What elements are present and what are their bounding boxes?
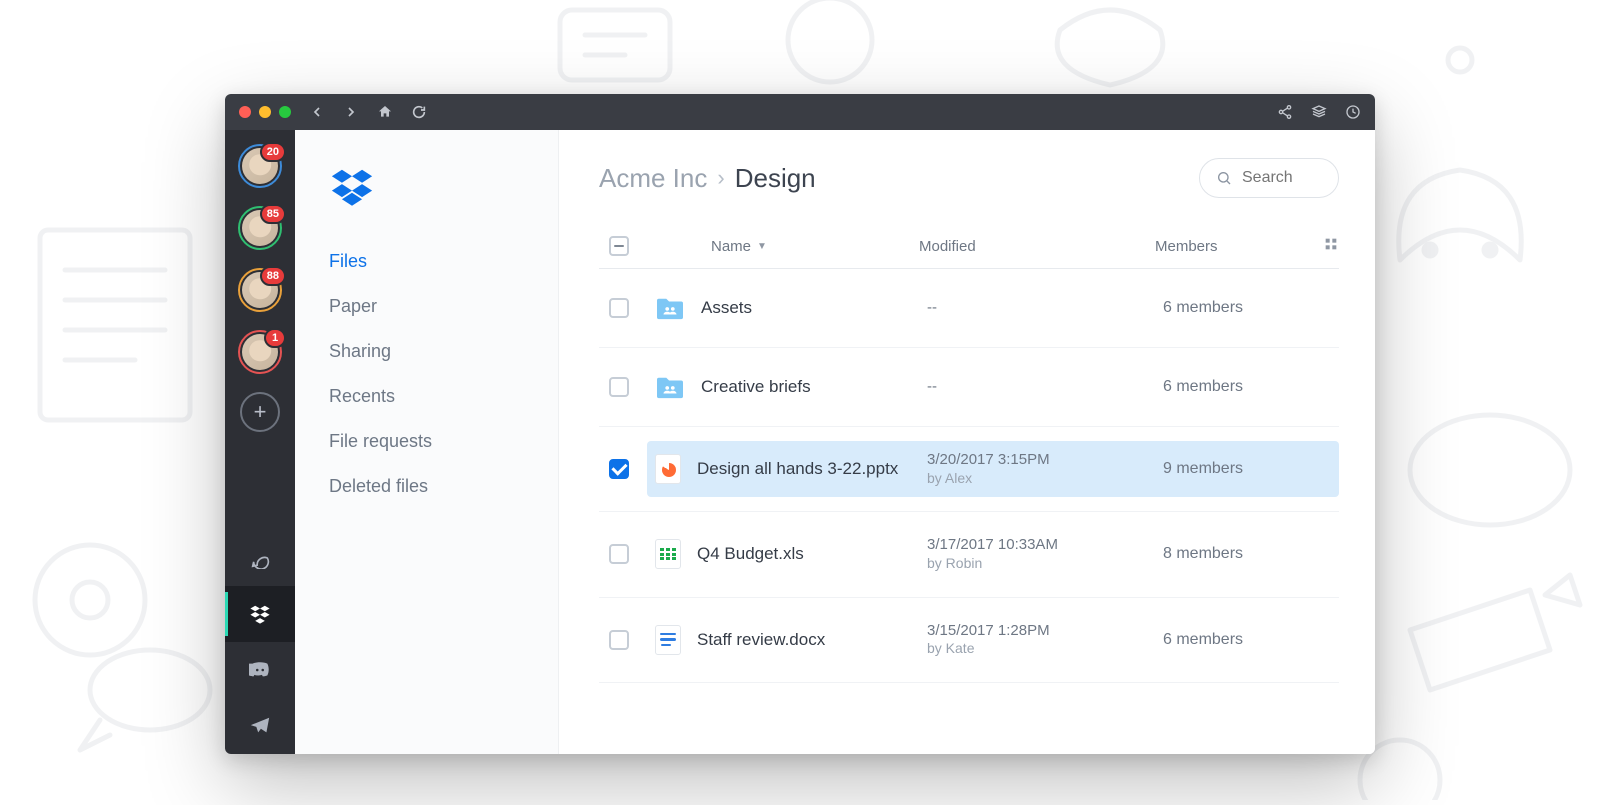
row-checkbox[interactable] [609,377,629,397]
workspace-avatar[interactable]: 88 [238,268,282,312]
view-grid-toggle[interactable] [1311,236,1339,256]
search-icon [1216,170,1232,186]
file-name: Creative briefs [701,377,911,397]
file-name: Staff review.docx [697,630,911,650]
sidebar: Files Paper Sharing Recents File request… [295,130,559,754]
search-input[interactable] [1242,169,1322,187]
notification-badge: 20 [260,142,286,162]
column-label: Name [711,238,751,255]
sidebar-item-paper[interactable]: Paper [295,284,558,329]
search-input-wrapper[interactable] [1199,158,1339,198]
row-checkbox[interactable] [609,630,629,650]
rail-app-whatsapp[interactable] [225,530,295,586]
zoom-window-button[interactable] [279,106,291,118]
file-modified: 3/20/2017 3:15PM by Alex [927,451,1147,487]
notification-badge: 88 [260,266,286,286]
breadcrumb: Acme Inc › Design [599,163,1179,194]
powerpoint-file-icon [655,454,681,484]
table-row[interactable]: Design all hands 3-22.pptx 3/20/2017 3:1… [599,427,1339,512]
excel-file-icon [655,539,681,569]
minimize-window-button[interactable] [259,106,271,118]
forward-button[interactable] [343,104,359,120]
file-members: 6 members [1163,378,1331,396]
back-button[interactable] [309,104,325,120]
column-header-modified[interactable]: Modified [919,238,1139,255]
file-name: Q4 Budget.xls [697,544,911,564]
file-members: 6 members [1163,631,1331,649]
share-icon[interactable] [1277,104,1293,120]
folder-shared-icon [655,293,685,323]
sidebar-item-file-requests[interactable]: File requests [295,419,558,464]
table-row[interactable]: Assets -- 6 members [599,269,1339,348]
notification-badge: 1 [264,328,286,348]
file-modified: -- [927,378,1147,397]
table-row[interactable]: Staff review.docx 3/15/2017 1:28PM by Ka… [599,598,1339,683]
folder-shared-icon [655,372,685,402]
app-window: 20 85 88 1 + [225,94,1375,754]
select-all-checkbox[interactable] [609,236,629,256]
file-name: Design all hands 3-22.pptx [697,459,911,479]
column-header-name[interactable]: Name ▼ [711,238,903,255]
file-modified: 3/15/2017 1:28PM by Kate [927,622,1147,658]
breadcrumb-current: Design [735,163,816,194]
history-icon[interactable] [1345,104,1361,120]
row-checkbox[interactable] [609,298,629,318]
notification-badge: 85 [260,204,286,224]
table-row[interactable]: Creative briefs -- 6 members [599,348,1339,427]
sidebar-item-deleted-files[interactable]: Deleted files [295,464,558,509]
dropbox-logo-icon [295,164,558,239]
nav-controls [309,104,427,120]
stack-icon[interactable] [1311,104,1327,120]
titlebar [225,94,1375,130]
chevron-right-icon: › [717,165,724,191]
sidebar-item-recents[interactable]: Recents [295,374,558,419]
home-button[interactable] [377,104,393,120]
row-checkbox[interactable] [609,544,629,564]
file-modified: 3/17/2017 10:33AM by Robin [927,536,1147,572]
workspace-avatar[interactable]: 20 [238,144,282,188]
sidebar-item-sharing[interactable]: Sharing [295,329,558,374]
table-row[interactable]: Q4 Budget.xls 3/17/2017 10:33AM by Robin… [599,512,1339,597]
file-members: 8 members [1163,545,1331,563]
rail-app-telegram[interactable] [225,698,295,754]
table-header: Name ▼ Modified Members [599,226,1339,269]
word-file-icon [655,625,681,655]
window-controls [239,106,291,118]
workspace-avatar[interactable]: 85 [238,206,282,250]
column-header-members[interactable]: Members [1155,238,1295,255]
sidebar-nav: Files Paper Sharing Recents File request… [295,239,558,509]
file-list: Assets -- 6 members Creative briefs -- 6… [599,269,1339,683]
sidebar-item-files[interactable]: Files [295,239,558,284]
app-rail: 20 85 88 1 + [225,130,295,754]
file-modified: -- [927,299,1147,318]
file-members: 9 members [1163,460,1331,478]
sort-desc-icon: ▼ [757,241,767,252]
row-checkbox[interactable] [609,459,629,479]
file-members: 6 members [1163,299,1331,317]
file-name: Assets [701,298,911,318]
main-content: Acme Inc › Design Name ▼ Modified Member… [559,130,1375,754]
reload-button[interactable] [411,104,427,120]
titlebar-right [1277,104,1361,120]
rail-app-discord[interactable] [225,642,295,698]
workspace-avatar[interactable]: 1 [238,330,282,374]
close-window-button[interactable] [239,106,251,118]
add-workspace-button[interactable]: + [240,392,280,432]
rail-app-dropbox[interactable] [225,586,295,642]
breadcrumb-parent[interactable]: Acme Inc [599,163,707,194]
